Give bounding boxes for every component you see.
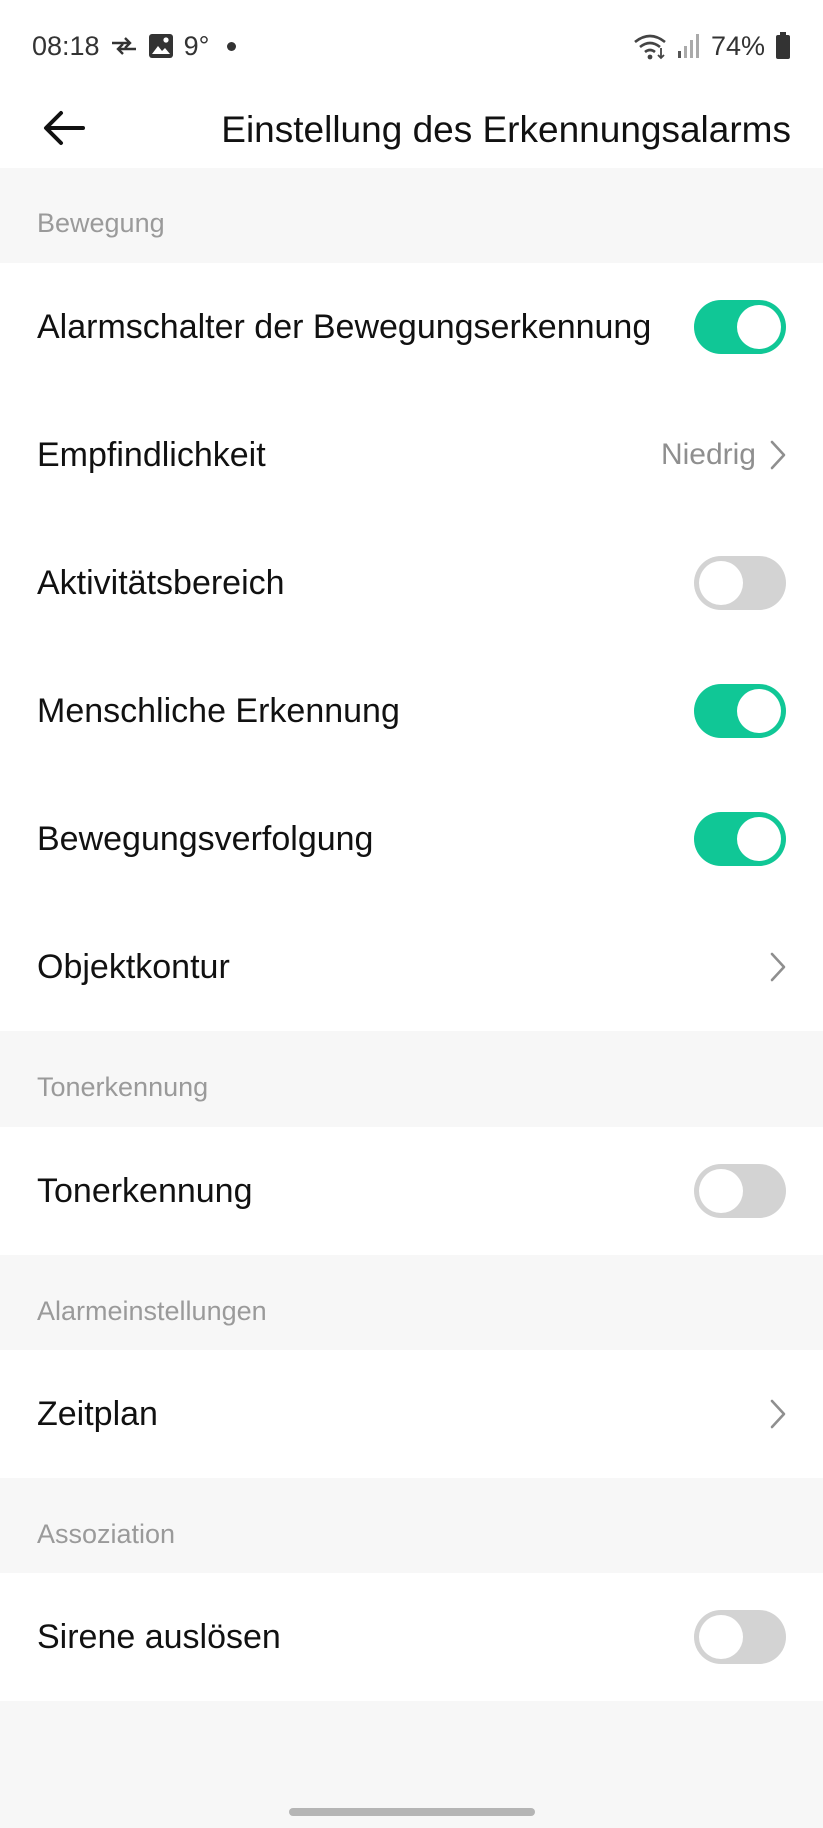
row-right — [694, 1573, 786, 1701]
status-right: 74% — [633, 31, 791, 62]
battery-percent: 74% — [710, 30, 765, 61]
row-activity-zone[interactable]: Aktivitätsbereich — [0, 519, 823, 647]
row-motion-tracking[interactable]: Bewegungsverfolgung — [0, 775, 823, 903]
row-sensitivity[interactable]: Empfindlichkeit Niedrig — [0, 391, 823, 519]
motion-settings-card: Alarmschalter der Bewegungserkennung Emp… — [0, 263, 823, 1031]
wifi-icon — [633, 32, 667, 60]
battery-icon — [775, 32, 791, 60]
data-transfer-icon — [110, 35, 138, 57]
row-right — [694, 263, 786, 391]
row-schedule[interactable]: Zeitplan — [0, 1350, 823, 1478]
section-label-association: Assoziation — [37, 1519, 176, 1549]
row-sound-detection[interactable]: Tonerkennung — [0, 1127, 823, 1255]
toggle-sound-detection[interactable] — [694, 1164, 786, 1218]
screen: 08:18 9° 74% Einstellung des Erkennungsa… — [0, 0, 823, 1828]
status-left: 08:18 9° — [32, 30, 237, 62]
association-settings-card: Sirene auslösen — [0, 1573, 823, 1701]
row-right — [770, 1350, 786, 1478]
notification-dot-icon — [227, 41, 237, 51]
home-indicator[interactable] — [289, 1808, 535, 1816]
section-label-motion: Bewegung — [37, 208, 165, 238]
row-object-outline[interactable]: Objektkontur — [0, 903, 823, 1031]
toggle-knob — [699, 1615, 743, 1659]
toggle-knob — [737, 689, 781, 733]
row-label-sensitivity: Empfindlichkeit — [37, 435, 266, 474]
chevron-right-icon — [770, 952, 786, 982]
section-label-alarm-settings: Alarmeinstellungen — [37, 1296, 267, 1326]
row-label-siren: Sirene auslösen — [37, 1617, 281, 1656]
row-label-activity-zone: Aktivitätsbereich — [37, 563, 285, 602]
gallery-icon — [148, 33, 174, 59]
chevron-right-icon — [770, 440, 786, 470]
toggle-knob — [737, 817, 781, 861]
status-time: 08:18 — [32, 30, 100, 61]
toggle-motion-alarm[interactable] — [694, 300, 786, 354]
toggle-knob — [699, 561, 743, 605]
back-button[interactable] — [34, 92, 94, 168]
row-label-motion-tracking: Bewegungsverfolgung — [37, 819, 374, 858]
row-siren[interactable]: Sirene auslösen — [0, 1573, 823, 1701]
row-right — [694, 775, 786, 903]
app-header: Einstellung des Erkennungsalarms — [0, 92, 823, 168]
row-right — [694, 647, 786, 775]
toggle-knob — [737, 305, 781, 349]
toggle-knob — [699, 1169, 743, 1213]
sensitivity-value: Niedrig — [660, 438, 756, 471]
chevron-right-icon — [770, 1399, 786, 1429]
row-motion-alarm[interactable]: Alarmschalter der Bewegungserkennung — [0, 263, 823, 391]
signal-icon — [677, 33, 701, 59]
toggle-human-detection[interactable] — [694, 684, 786, 738]
row-label-motion-alarm: Alarmschalter der Bewegungserkennung — [37, 307, 652, 346]
arrow-left-icon — [43, 110, 85, 151]
sound-settings-card: Tonerkennung — [0, 1127, 823, 1255]
status-temperature: 9° — [183, 30, 210, 61]
row-label-object-outline: Objektkontur — [37, 947, 230, 986]
row-right — [694, 519, 786, 647]
toggle-siren[interactable] — [694, 1610, 786, 1664]
toggle-activity-zone[interactable] — [694, 556, 786, 610]
section-label-sound: Tonerkennung — [37, 1072, 209, 1102]
row-right — [694, 1127, 786, 1255]
page-title: Einstellung des Erkennungsalarms — [221, 109, 791, 150]
toggle-motion-tracking[interactable] — [694, 812, 786, 866]
row-right — [770, 903, 786, 1031]
row-label-schedule: Zeitplan — [37, 1394, 158, 1433]
row-label-human-detection: Menschliche Erkennung — [37, 691, 400, 730]
status-bar: 08:18 9° 74% — [0, 0, 823, 92]
row-label-sound-detection: Tonerkennung — [37, 1171, 253, 1210]
alarm-settings-card: Zeitplan — [0, 1350, 823, 1478]
row-right: Niedrig — [661, 391, 786, 519]
row-human-detection[interactable]: Menschliche Erkennung — [0, 647, 823, 775]
